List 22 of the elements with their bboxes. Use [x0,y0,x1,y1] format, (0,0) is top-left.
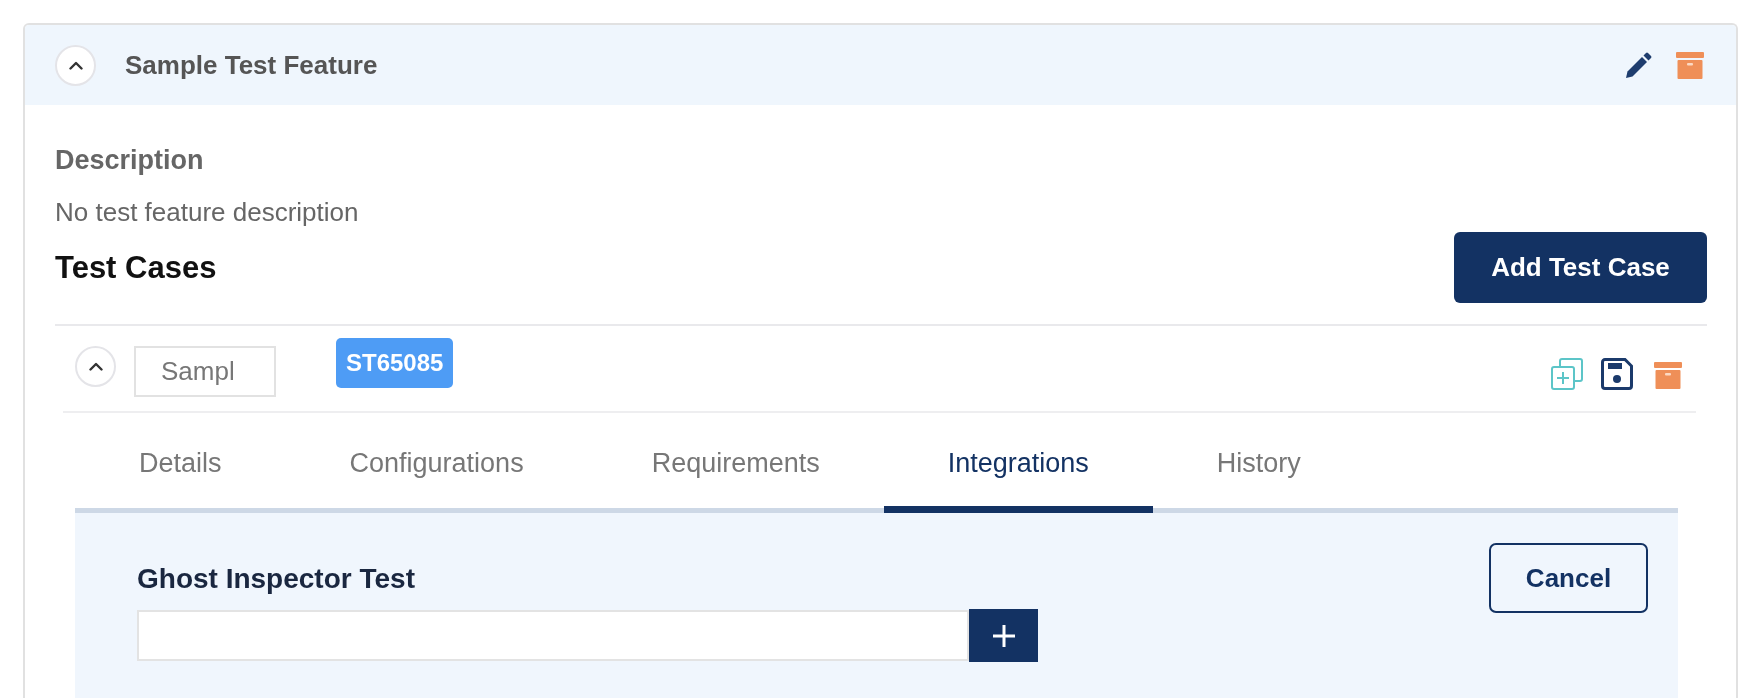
tab[interactable]: Integrations [883,413,1153,513]
field-label: Ghost Inspector Test [137,563,416,595]
name-input[interactable]: Sampl [134,346,276,397]
archive-icon[interactable] [1653,362,1683,389]
feature-title: Sample Test Feature [125,50,378,80]
tab[interactable]: History [1152,413,1365,513]
description-text: No test feature description [55,197,360,227]
pencil-icon[interactable] [1625,51,1652,79]
test-id-badge: ST65085 [336,338,454,388]
text-field[interactable] [137,610,969,661]
add-test-case-button[interactable]: Add Test Case [1454,232,1707,303]
description-heading: Description [55,145,205,176]
section-heading: Test Cases [55,249,217,286]
add-button[interactable] [969,609,1038,662]
plus-icon [992,624,1015,647]
tab[interactable]: Requirements [587,413,884,513]
collapse-button[interactable] [55,44,96,86]
tab[interactable]: Configurations [285,413,588,513]
save-icon[interactable] [1601,358,1633,390]
collapse-button[interactable] [75,346,116,387]
cancel-button[interactable]: Cancel [1489,543,1648,613]
tab[interactable]: Details [75,413,286,513]
